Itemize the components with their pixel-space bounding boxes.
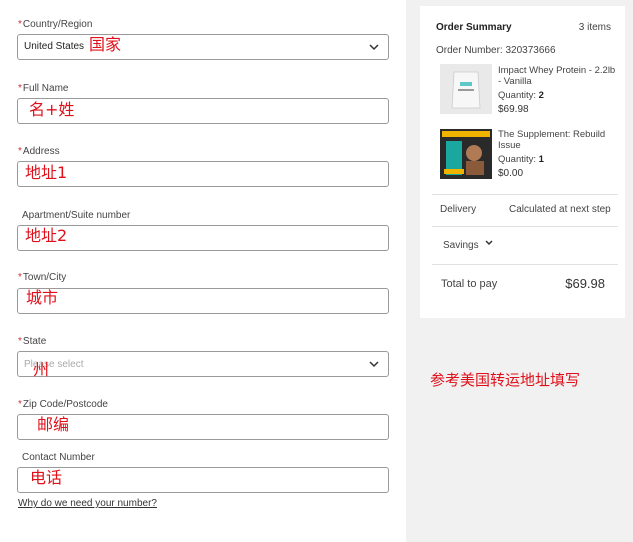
town-label: *Town/City bbox=[18, 272, 67, 283]
contact-field[interactable] bbox=[17, 467, 389, 493]
contact-annotation: 电话 bbox=[30, 468, 63, 487]
shipping-form: *Country/Region United States 国家 *Full N… bbox=[0, 0, 406, 542]
order-summary-title: Order Summary bbox=[436, 22, 512, 33]
town-annotation: 城市 bbox=[26, 288, 59, 307]
country-value: United States bbox=[24, 41, 85, 52]
product-price: $0.00 bbox=[498, 168, 524, 179]
address-field[interactable] bbox=[17, 161, 389, 187]
product-name: The Supplement: Rebuild Issue bbox=[498, 129, 606, 151]
zip-field[interactable] bbox=[17, 414, 389, 440]
state-annotation: 州 bbox=[33, 360, 50, 379]
divider bbox=[432, 226, 618, 227]
chevron-down-icon bbox=[369, 361, 379, 368]
product-quantity: Quantity: 1 bbox=[498, 154, 544, 165]
savings-label: Savings bbox=[443, 240, 479, 251]
fill-instruction-note: 参考美国转运地址填写 bbox=[430, 371, 581, 389]
product-quantity: Quantity: 2 bbox=[498, 90, 544, 101]
country-label: *Country/Region bbox=[18, 19, 93, 30]
divider bbox=[432, 264, 618, 265]
apartment-annotation: 地址2 bbox=[25, 226, 68, 245]
protein-bag-icon bbox=[440, 64, 492, 114]
country-annotation: 国家 bbox=[89, 35, 122, 54]
zip-annotation: 邮编 bbox=[37, 415, 70, 434]
full-name-annotation: 名+姓 bbox=[29, 100, 75, 119]
address-annotation: 地址1 bbox=[25, 163, 68, 182]
magazine-icon bbox=[440, 129, 492, 179]
state-select[interactable]: Please select bbox=[17, 351, 389, 377]
town-field[interactable] bbox=[17, 288, 389, 314]
country-select[interactable]: United States bbox=[17, 34, 389, 60]
delivery-value: Calculated at next step bbox=[509, 204, 611, 215]
address-label: *Address bbox=[18, 146, 60, 157]
apartment-field[interactable] bbox=[17, 225, 389, 251]
state-label: *State bbox=[18, 336, 47, 347]
chevron-down-icon bbox=[369, 44, 379, 51]
order-number: Order Number: 320373666 bbox=[436, 45, 556, 56]
why-number-link[interactable]: Why do we need your number? bbox=[18, 498, 157, 509]
total-label: Total to pay bbox=[441, 278, 498, 290]
checkout-page: *Country/Region United States 国家 *Full N… bbox=[0, 0, 633, 542]
product-price: $69.98 bbox=[498, 104, 529, 115]
full-name-label: *Full Name bbox=[18, 83, 69, 94]
order-summary: Order Summary 3 items Order Number: 3203… bbox=[420, 6, 625, 318]
product-name: Impact Whey Protein - 2.2lb - Vanilla bbox=[498, 65, 616, 87]
savings-toggle[interactable]: Savings bbox=[440, 235, 500, 253]
divider bbox=[432, 194, 618, 195]
chevron-down-icon bbox=[485, 240, 493, 246]
apartment-label: Apartment/Suite number bbox=[22, 210, 131, 221]
total-value: $69.98 bbox=[565, 276, 605, 291]
contact-label: Contact Number bbox=[22, 452, 95, 463]
item-count: 3 items bbox=[578, 22, 611, 33]
zip-label: *Zip Code/Postcode bbox=[18, 399, 108, 410]
delivery-label: Delivery bbox=[440, 204, 477, 215]
